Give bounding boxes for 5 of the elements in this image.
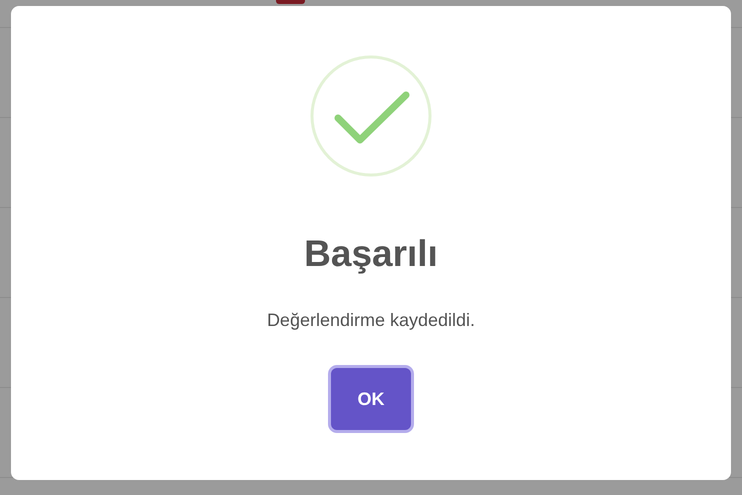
checkmark-icon bbox=[310, 55, 432, 177]
dialog-message: Değerlendirme kaydedildi. bbox=[266, 310, 476, 331]
dialog-title: Başarılı bbox=[304, 233, 438, 275]
tab-marker bbox=[276, 0, 305, 4]
ok-button[interactable]: OK bbox=[331, 368, 411, 430]
